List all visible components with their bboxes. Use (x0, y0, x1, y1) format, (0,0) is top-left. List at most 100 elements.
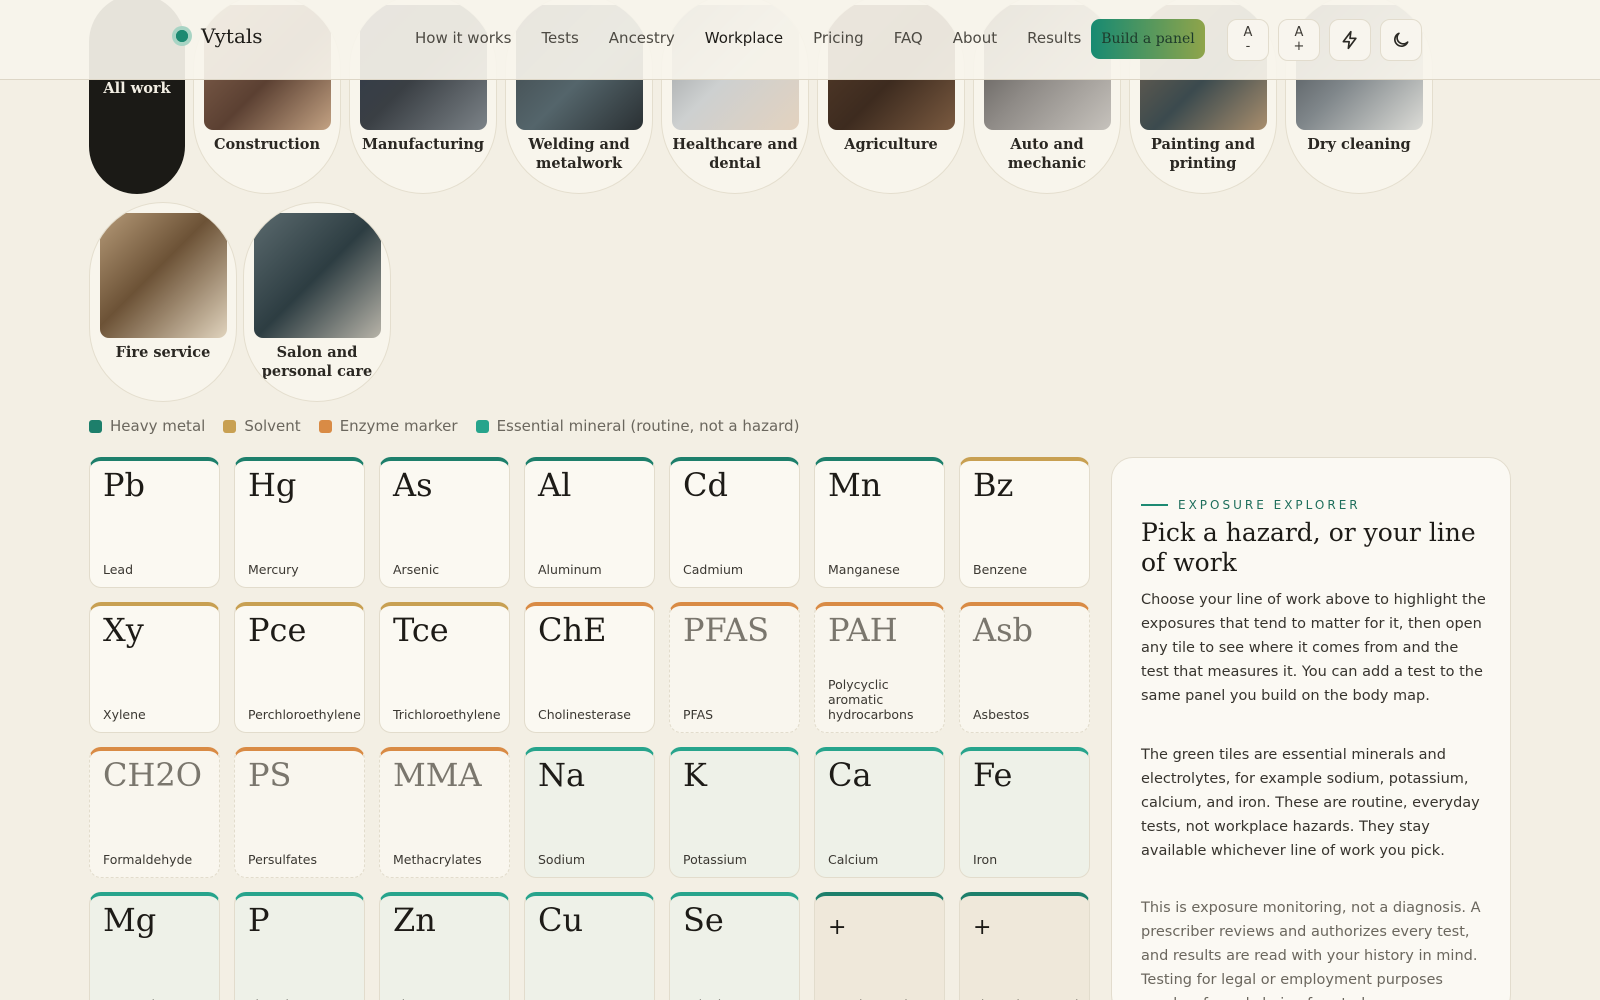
legend-label: Enzyme marker (339, 417, 458, 435)
nav-workplace[interactable]: Workplace (690, 27, 798, 49)
explorer-kicker: EXPOSURE EXPLORER (1141, 498, 1361, 512)
tile-arsenic[interactable]: As Arsenic (379, 457, 510, 588)
tile-asbestos[interactable]: Asb Asbestos (959, 602, 1090, 733)
tile-cholinesterase[interactable]: ChE Cholinesterase (524, 602, 655, 733)
brand-name: Vytals (201, 24, 263, 48)
tile-name: Aluminum (538, 562, 602, 577)
tile-polycyclic-aromatic-hydrocarbons[interactable]: PAH Polycyclic aromatic hydrocarbons (814, 602, 945, 733)
main-nav: How it works Tests Ancestry Workplace Pr… (400, 27, 1096, 49)
tile-symbol: Na (538, 756, 586, 794)
tile-calcium[interactable]: Ca Calcium (814, 747, 945, 878)
brand-dot-icon (172, 26, 192, 46)
legend-swatch (318, 419, 332, 433)
exposure-explorer-card: EXPOSURE EXPLORER Pick a hazard, or your… (1111, 457, 1511, 1000)
kicker-text: EXPOSURE EXPLORER (1178, 498, 1361, 512)
tile-trichloroethylene[interactable]: Tce Trichloroethylene (379, 602, 510, 733)
tile-magnesium[interactable]: MgMagnesium (89, 892, 220, 1000)
tile-symbol: Mn (828, 466, 882, 504)
tile-name: Manganese (828, 562, 900, 577)
category-salon-personal-care[interactable]: Salon and personal care (243, 202, 391, 402)
tile-persulfates[interactable]: PS Persulfates (234, 747, 365, 878)
tile-symbol: Xy (103, 611, 144, 649)
tile-selenium[interactable]: SeSelenium (669, 892, 800, 1000)
explorer-minerals-note: The green tiles are essential minerals a… (1141, 747, 1480, 859)
tile-metals-panel[interactable]: +Metals panel (814, 892, 945, 1000)
font-decrease-button[interactable]: A - (1227, 19, 1269, 61)
tile-name: Persulfates (248, 852, 317, 867)
font-decrease-sign: - (1245, 39, 1251, 54)
tile-name: Trichloroethylene (393, 707, 501, 722)
category-label: Healthcare and dental (672, 136, 798, 172)
moon-icon (1394, 32, 1409, 47)
tile-aluminum[interactable]: Al Aluminum (524, 457, 655, 588)
tile-benzene[interactable]: Bz Benzene (959, 457, 1090, 588)
tile-symbol: Fe (973, 756, 1013, 794)
tile-cadmium[interactable]: Cd Cadmium (669, 457, 800, 588)
tile-symbol: Cu (538, 901, 584, 939)
tile-symbol: PFAS (683, 611, 769, 649)
tile-methacrylates[interactable]: MMA Methacrylates (379, 747, 510, 878)
tile-phosphate[interactable]: PPhosphate (234, 892, 365, 1000)
tile-name: Iron (973, 852, 998, 867)
nav-how-it-works[interactable]: How it works (400, 27, 526, 49)
font-increase-letter: A (1294, 25, 1304, 40)
tile-symbol: Mg (103, 901, 157, 939)
nav-about[interactable]: About (938, 27, 1012, 49)
nav-tests[interactable]: Tests (526, 27, 593, 49)
tile-name: Asbestos (973, 707, 1030, 722)
tile-iron[interactable]: Fe Iron (959, 747, 1090, 878)
tile-manganese[interactable]: Mn Manganese (814, 457, 945, 588)
tile-symbol: PS (248, 756, 292, 794)
tile-mercury[interactable]: Hg Mercury (234, 457, 365, 588)
tile-pfas[interactable]: PFAS PFAS (669, 602, 800, 733)
tile-symbol: P (248, 901, 270, 939)
explorer-disclaimer: This is exposure monitoring, not a diagn… (1141, 900, 1481, 1000)
font-decrease-letter: A (1243, 25, 1253, 40)
tile-copper[interactable]: CuCopper (524, 892, 655, 1000)
tile-symbol: PAH (828, 611, 898, 649)
tile-electrolyte-panel[interactable]: +Electrolyte panel (959, 892, 1090, 1000)
build-panel-button[interactable]: Build a panel (1091, 19, 1205, 59)
tile-name: Xylene (103, 707, 146, 722)
nav-ancestry[interactable]: Ancestry (594, 27, 690, 49)
nav-pricing[interactable]: Pricing (798, 27, 879, 49)
tile-symbol: Bz (973, 466, 1014, 504)
tile-perchloroethylene[interactable]: Pce Perchloroethylene (234, 602, 365, 733)
tile-symbol: + (973, 915, 992, 940)
tile-sodium[interactable]: Na Sodium (524, 747, 655, 878)
nav-faq[interactable]: FAQ (879, 27, 938, 49)
tile-xylene[interactable]: Xy Xylene (89, 602, 220, 733)
legend-swatch (89, 419, 102, 433)
tile-formaldehyde[interactable]: CH2O Formaldehyde (89, 747, 220, 878)
fire-service-photo (100, 213, 227, 338)
category-label: Agriculture (844, 136, 938, 153)
tile-symbol: Pce (248, 611, 307, 649)
quick-action-button[interactable] (1329, 19, 1371, 61)
category-label: Welding and metalwork (528, 136, 630, 172)
legend-item: Enzyme marker (318, 417, 458, 435)
legend-item: Essential mineral (routine, not a hazard… (475, 417, 799, 435)
category-label: Fire service (115, 344, 211, 361)
legend-swatch (475, 419, 489, 433)
tile-symbol: CH2O (103, 756, 202, 794)
tile-zinc[interactable]: ZnZinc (379, 892, 510, 1000)
category-fire-service[interactable]: Fire service (89, 202, 237, 402)
brand-logo[interactable]: Vytals (172, 24, 263, 48)
nav-results[interactable]: Results (1012, 27, 1096, 49)
tile-name: Sodium (538, 852, 586, 867)
font-increase-button[interactable]: A + (1278, 19, 1320, 61)
tile-name: Cholinesterase (538, 707, 631, 722)
tile-name: Polycyclic aromatic hydrocarbons (828, 677, 914, 722)
tile-symbol: Se (683, 901, 724, 939)
legend-item: Solvent (223, 417, 301, 435)
category-label: Auto and mechanic (1007, 136, 1087, 172)
tile-name: Mercury (248, 562, 299, 577)
theme-toggle-button[interactable] (1380, 19, 1422, 61)
tile-potassium[interactable]: K Potassium (669, 747, 800, 878)
explorer-title: Pick a hazard, or your line of work (1141, 518, 1476, 577)
tile-lead[interactable]: Pb Lead (89, 457, 220, 588)
tile-symbol: + (828, 915, 847, 940)
tile-symbol: Tce (393, 611, 449, 649)
top-nav-bar: Vytals How it works Tests Ancestry Workp… (0, 0, 1600, 80)
tile-name: Calcium (828, 852, 879, 867)
